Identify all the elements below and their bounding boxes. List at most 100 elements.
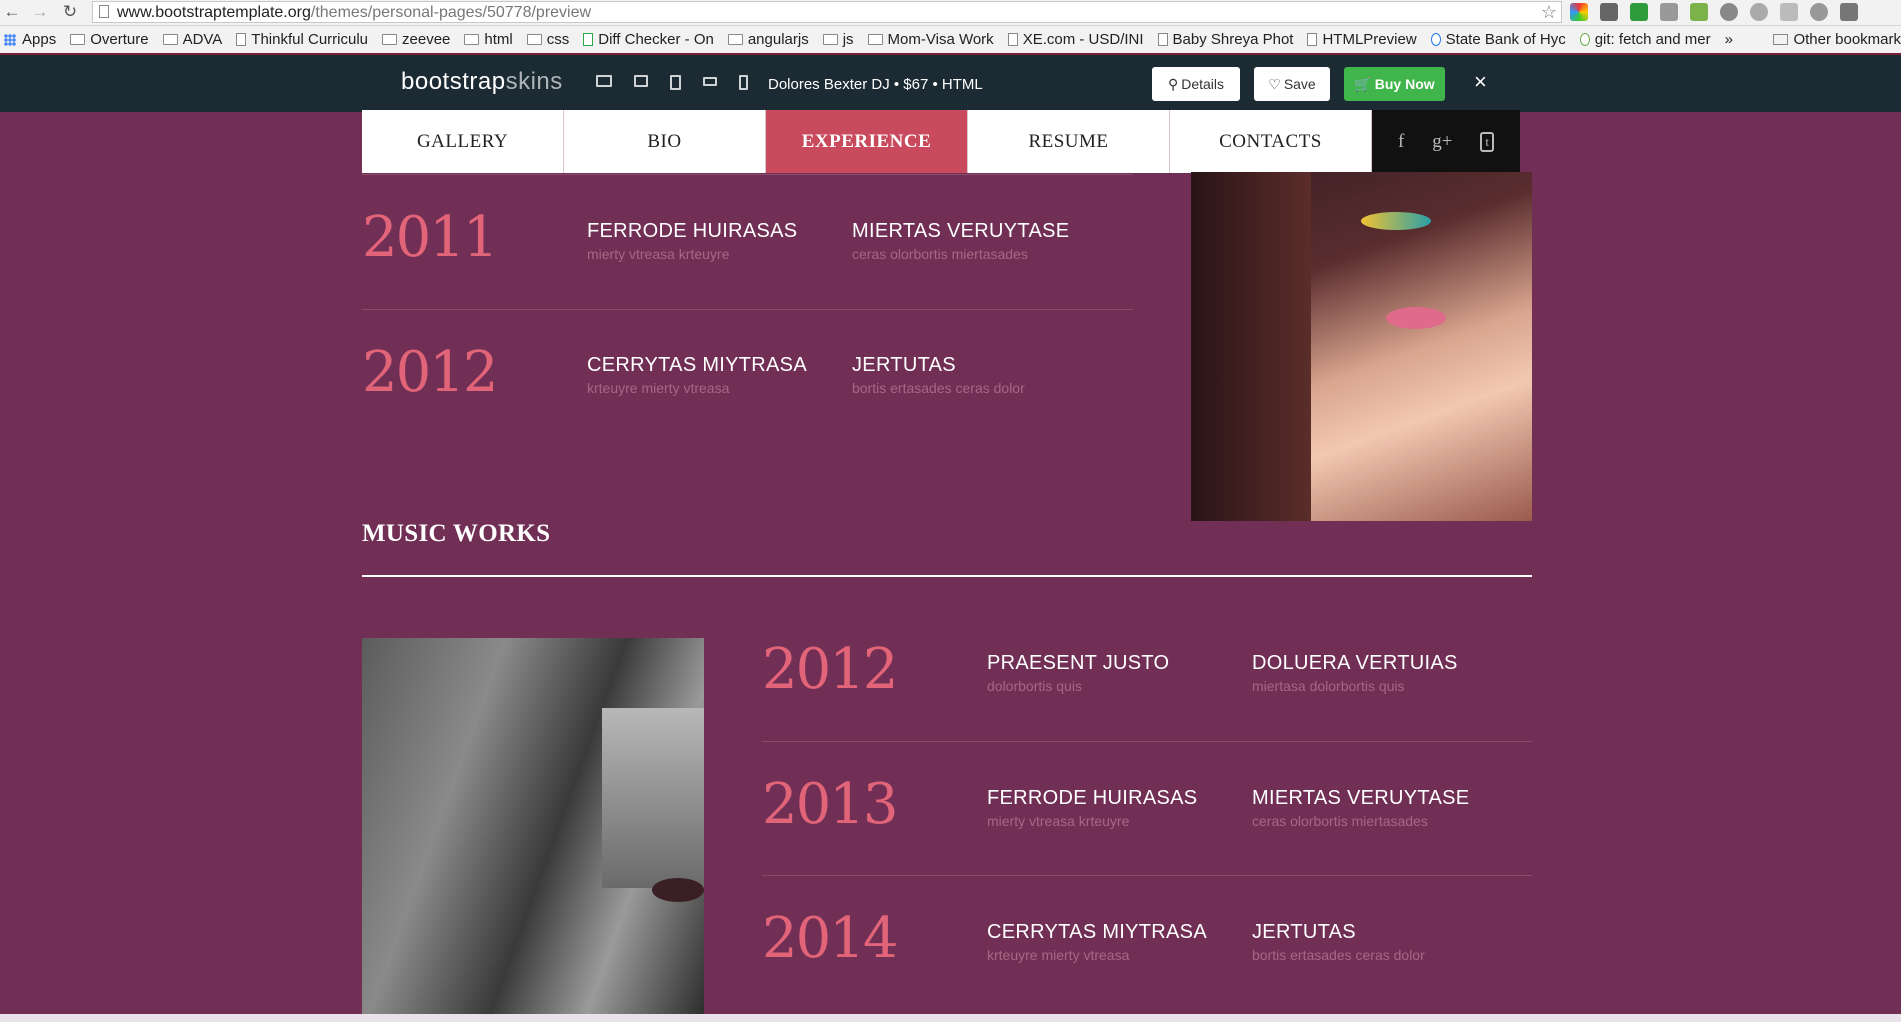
bookmark-item[interactable]: js [822, 31, 854, 48]
bookmark-item[interactable]: HTMLPreview [1307, 31, 1417, 48]
divider [362, 174, 1133, 175]
details-button[interactable]: ⚲ Details [1152, 67, 1240, 101]
back-icon[interactable]: ← [2, 2, 22, 22]
experience-year: 2011 [362, 205, 499, 270]
section-rule [362, 575, 1532, 577]
buy-now-button[interactable]: 🛒 Buy Now [1344, 67, 1445, 101]
music-subtitle: mierty vtreasa krteuyre [987, 813, 1130, 829]
diff-checker-icon [583, 33, 594, 46]
extension-icon[interactable] [1690, 3, 1708, 21]
apps-icon [4, 33, 16, 46]
bookmark-label: Other bookmark [1793, 31, 1901, 48]
phone-view-icon[interactable] [739, 75, 748, 90]
tablet-view-icon[interactable] [670, 75, 681, 90]
extension-icon[interactable] [1750, 3, 1768, 21]
nav-resume[interactable]: RESUME [968, 110, 1170, 173]
experience-title: FERRODE HUIRASAS [587, 220, 798, 242]
sbh-icon [1430, 33, 1441, 46]
page-icon [99, 5, 109, 18]
bookmarks-overflow[interactable]: » [1725, 31, 1733, 48]
folder-icon [822, 34, 838, 45]
preview-bar: bootstrapskins Dolores Bexter DJ • $67 •… [0, 53, 1901, 112]
extension-icon[interactable] [1600, 3, 1618, 21]
reload-icon[interactable]: ↻ [60, 2, 80, 22]
laptop-view-icon[interactable] [634, 75, 648, 87]
menu-icon[interactable] [1840, 3, 1858, 21]
bookmark-item[interactable]: html [464, 31, 513, 48]
experience-title: MIERTAS VERUYTASE [852, 220, 1070, 242]
phone-landscape-view-icon[interactable] [703, 77, 717, 86]
music-subtitle: bortis ertasades ceras dolor [1252, 947, 1425, 963]
folder-icon [1773, 34, 1789, 45]
bookmark-item[interactable]: zeevee [382, 31, 450, 48]
bookmark-item[interactable]: git: fetch and mer [1579, 31, 1711, 48]
brand-logo[interactable]: bootstrapskins [401, 68, 563, 96]
folder-icon [867, 34, 883, 45]
music-title: JERTUTAS [1252, 921, 1356, 943]
nav-contacts[interactable]: CONTACTS [1170, 110, 1372, 173]
music-subtitle: dolorbortis quis [987, 678, 1082, 694]
git-icon [1579, 33, 1590, 46]
music-title: CERRYTAS MIYTRASA [987, 921, 1207, 943]
bookmark-item[interactable]: css [526, 31, 569, 48]
experience-title: CERRYTAS MIYTRASA [587, 354, 807, 376]
xe-icon [1007, 33, 1018, 46]
experience-subtitle: krteuyre mierty vtreasa [587, 380, 730, 396]
nav-experience[interactable]: EXPERIENCE [766, 110, 968, 173]
search-icon: ⚲ [1167, 75, 1179, 92]
folder-icon [382, 34, 398, 45]
folder-icon [727, 34, 743, 45]
twitter-icon[interactable]: t [1480, 131, 1495, 152]
facebook-icon[interactable]: f [1398, 131, 1404, 153]
bookmark-item[interactable]: Diff Checker - On [583, 31, 714, 48]
theme-title: Dolores Bexter DJ • $67 • HTML [768, 76, 983, 93]
bookmarks-bar: Apps Overture ADVA Thinkful Curriculu ze… [0, 26, 1901, 54]
extension-icon[interactable] [1660, 3, 1678, 21]
bookmark-apps[interactable]: Apps [4, 31, 56, 48]
url-text: www.bootstraptemplate.org/themes/persona… [117, 4, 592, 21]
nav-gallery[interactable]: GALLERY [362, 110, 564, 173]
bookmark-label: Baby Shreya Phot [1172, 31, 1294, 48]
address-bar[interactable]: www.bootstraptemplate.org/themes/persona… [92, 1, 1562, 23]
section-title: MUSIC WORKS [362, 520, 551, 547]
page-icon [236, 33, 247, 46]
other-bookmarks[interactable]: Other bookmark [1767, 26, 1901, 53]
google-plus-icon[interactable]: g+ [1432, 131, 1452, 153]
close-preview-button[interactable]: × [1474, 69, 1487, 95]
bookmark-label: XE.com - USD/INI [1022, 31, 1144, 48]
extension-icon[interactable] [1780, 3, 1798, 21]
bookmark-label: Overture [90, 31, 149, 48]
extension-icon[interactable] [1810, 3, 1828, 21]
bookmark-item[interactable]: ADVA [162, 31, 222, 48]
buy-label: Buy Now [1374, 76, 1435, 92]
music-title: DOLUERA VERTUIAS [1252, 652, 1458, 674]
site-nav: GALLERY BIO EXPERIENCE RESUME CONTACTS f… [362, 110, 1520, 173]
experience-subtitle: mierty vtreasa krteuyre [587, 246, 730, 262]
extension-icon[interactable] [1720, 3, 1738, 21]
save-button[interactable]: ♡ Save [1254, 67, 1330, 101]
brand-sub: skins [505, 68, 563, 95]
bookmark-item[interactable]: Overture [70, 31, 149, 48]
bookmark-label: html [484, 31, 513, 48]
music-year: 2012 [762, 637, 899, 702]
music-year: 2014 [762, 906, 899, 971]
bookmark-label: Apps [22, 31, 57, 48]
bookmark-item[interactable]: XE.com - USD/INI [1007, 31, 1144, 48]
cors-extension-icon[interactable] [1630, 3, 1648, 21]
bookmark-item[interactable]: Thinkful Curriculu [236, 31, 368, 48]
music-title: PRAESENT JUSTO [987, 652, 1170, 674]
bookmark-star-icon[interactable]: ☆ [1541, 2, 1557, 23]
brand-main: bootstrap [401, 68, 506, 95]
bookmark-item[interactable]: Mom-Visa Work [867, 31, 994, 48]
desktop-view-icon[interactable] [596, 75, 612, 87]
bookmark-item[interactable]: Baby Shreya Phot [1157, 31, 1294, 48]
bookmark-item[interactable]: State Bank of Hyc [1430, 31, 1566, 48]
bookmark-label: HTMLPreview [1322, 31, 1417, 48]
forward-icon[interactable]: → [30, 2, 50, 22]
nav-bio[interactable]: BIO [564, 110, 766, 173]
folder-icon [464, 34, 480, 45]
color-extension-icon[interactable] [1570, 3, 1588, 21]
save-label: Save [1283, 76, 1316, 92]
bookmark-item[interactable]: angularjs [727, 31, 809, 48]
experience-title: JERTUTAS [852, 354, 956, 376]
